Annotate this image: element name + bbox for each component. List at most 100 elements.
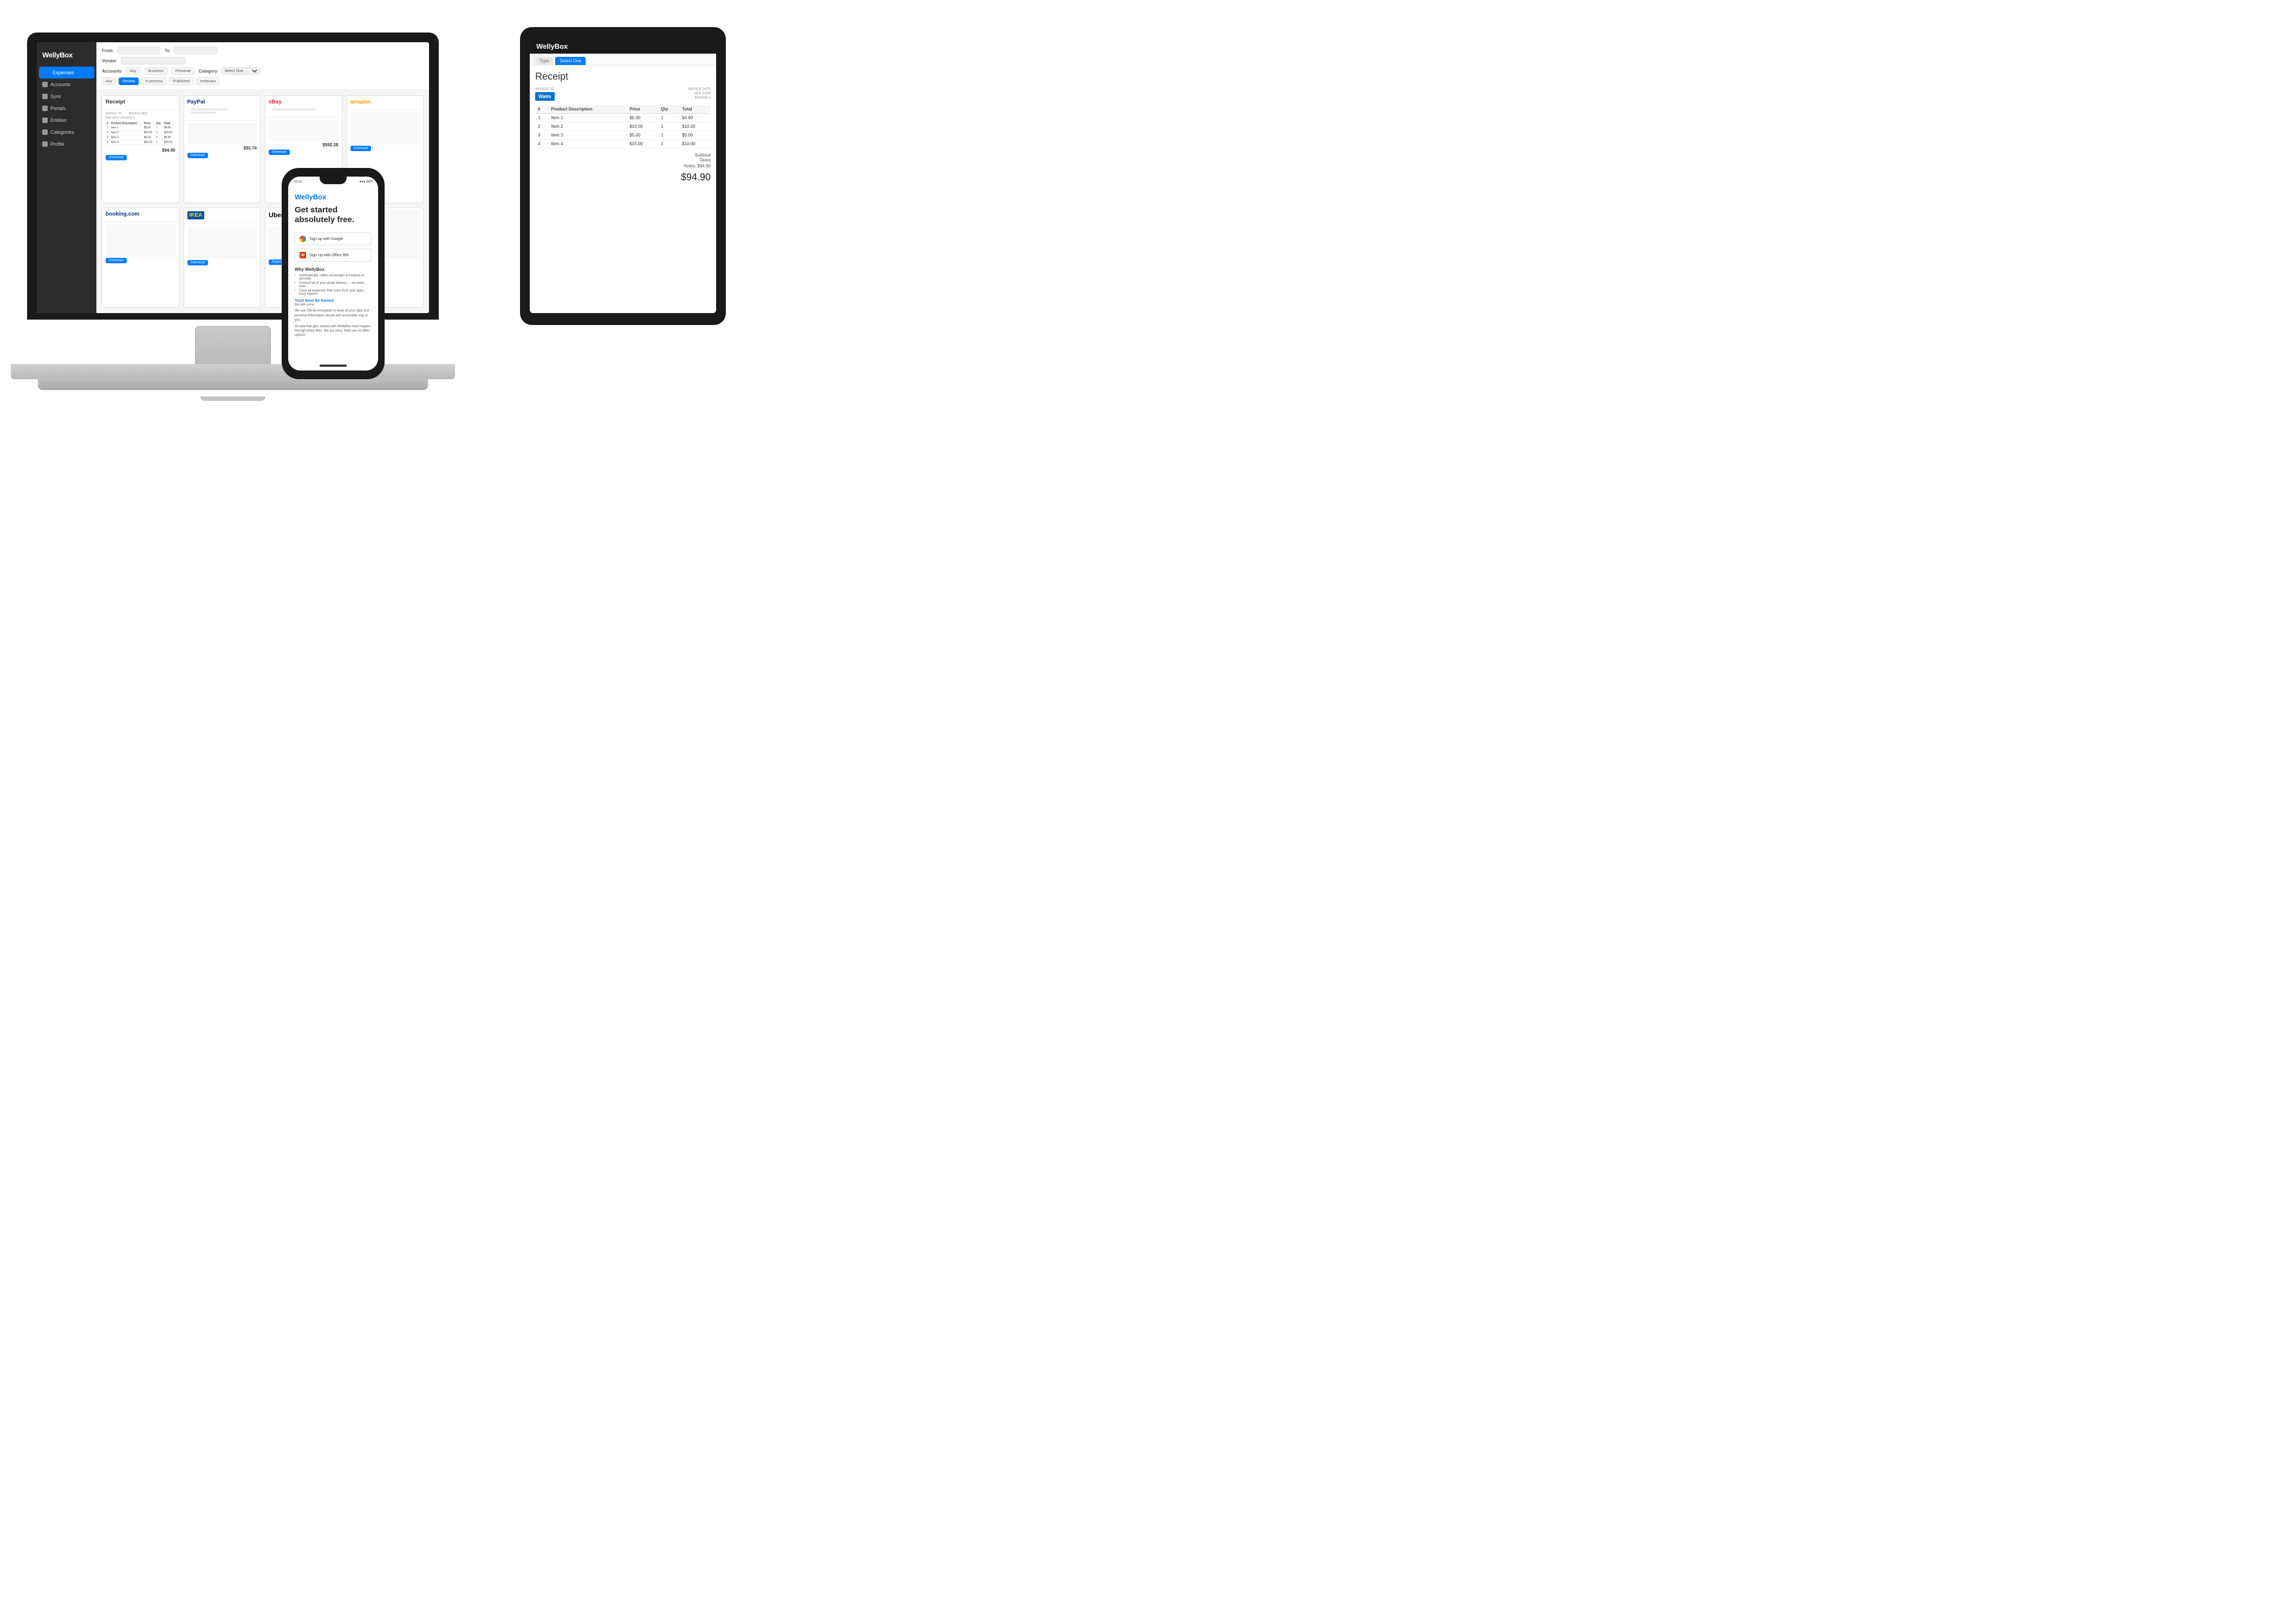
app-logo: WellyBox bbox=[37, 51, 96, 67]
download-btn-paypal[interactable]: Download bbox=[187, 153, 209, 158]
expenses-icon bbox=[44, 70, 50, 75]
sync-icon bbox=[42, 94, 48, 99]
status-inprocess-btn[interactable]: In process bbox=[141, 77, 166, 85]
phone-trust-subtitle: But will come. bbox=[295, 303, 372, 307]
from-label: From bbox=[102, 48, 113, 53]
vendor-input[interactable] bbox=[121, 57, 186, 64]
notes-label: Notes: $94.90 bbox=[535, 164, 711, 168]
table-row: 2Item 2$10.001$10.00 bbox=[535, 122, 711, 131]
tablet-grand-total: $94.90 bbox=[535, 172, 711, 183]
phone-screen: 10:10 ●●● WiFi WellyBox Get started abso… bbox=[288, 177, 378, 371]
receipt-card-paypal: PayPal $92.74 Download bbox=[184, 95, 261, 203]
sidebar-item-entities[interactable]: Entities bbox=[37, 114, 96, 126]
subtotal-label: Subtotal bbox=[535, 153, 711, 158]
tablet-vendor-logo: Walm bbox=[535, 92, 555, 101]
type-any-btn[interactable]: Any bbox=[126, 67, 140, 75]
download-btn-booking[interactable]: Download bbox=[106, 258, 127, 263]
tablet-invoice-num-label: INVOICE # bbox=[688, 96, 711, 100]
laptop-notch bbox=[200, 397, 265, 401]
phone-trust-body2: All data that gets shared with WellyBox … bbox=[295, 324, 372, 338]
tablet-content: Type Select One Receipt INVOICE TO Walm … bbox=[530, 54, 716, 313]
tablet-tab-type[interactable]: Type bbox=[535, 57, 553, 65]
type-business-btn[interactable]: Business bbox=[145, 67, 167, 75]
phone-notch bbox=[320, 177, 347, 184]
sidebar-item-portals[interactable]: Portals bbox=[37, 102, 96, 114]
accounts-label: Accounts bbox=[102, 69, 121, 74]
phone-outer: 10:10 ●●● WiFi WellyBox Get started abso… bbox=[282, 168, 385, 379]
phone-bullet-2: Connect all of your email inboxes — no l… bbox=[295, 282, 372, 288]
tablet-invoice-to-label: INVOICE TO bbox=[535, 88, 555, 91]
sidebar-item-accounts[interactable]: Accounts bbox=[37, 79, 96, 90]
sidebar-item-sync[interactable]: Sync bbox=[37, 90, 96, 102]
tablet-tabs: Type Select One bbox=[530, 54, 716, 66]
table-row: 4Item 4$15.001$10.00 bbox=[535, 140, 711, 148]
phone-signal: ●●● WiFi bbox=[359, 180, 373, 184]
laptop-foot bbox=[38, 378, 428, 390]
to-input[interactable] bbox=[174, 47, 217, 54]
office-signup-btn[interactable]: W Sign Up with Office 365 bbox=[295, 249, 372, 262]
accounts-icon bbox=[42, 82, 48, 87]
tablet-receipt-title: Receipt bbox=[535, 71, 711, 82]
receipt-logo-ikea: IKEA bbox=[187, 211, 205, 219]
tablet-receipt-area: Receipt INVOICE TO Walm INVOICE DATE DUE… bbox=[530, 66, 716, 313]
status-review-btn[interactable]: Review bbox=[119, 77, 139, 85]
status-any-btn[interactable]: Any bbox=[102, 77, 116, 85]
categories-icon bbox=[42, 129, 48, 135]
phone-home-indicator bbox=[288, 361, 378, 371]
phone-trust-body1: We use 256-bit encryption to keep all yo… bbox=[295, 309, 372, 322]
phone-brand: WellyBox bbox=[295, 193, 372, 201]
status-published-btn[interactable]: Published bbox=[169, 77, 193, 85]
download-btn-1[interactable]: Download bbox=[106, 155, 127, 160]
app-filters: From To Vendor Accounts Any Business Per… bbox=[96, 42, 429, 90]
phone-bullet-3: Track all expenses that come from your a… bbox=[295, 289, 372, 296]
col-num: # bbox=[535, 105, 548, 114]
table-row: 1Item 1$5.001$4.90 bbox=[535, 114, 711, 122]
tablet-logo: WellyBox bbox=[536, 42, 568, 50]
receipt-logo-1: Receipt bbox=[106, 99, 176, 105]
type-personal-btn[interactable]: Personal bbox=[172, 67, 194, 75]
receipt-card-receipt: Receipt INVOICE TO INVOICE DATE DUE DATE… bbox=[102, 95, 179, 203]
entities-icon bbox=[42, 118, 48, 123]
receipt-logo-booking: booking.com bbox=[106, 211, 176, 217]
tablet-invoice-date-label: INVOICE DATE bbox=[688, 88, 711, 91]
tablet-subtotal-area: Subtotal Taxes Notes: $94.90 bbox=[535, 153, 711, 168]
category-select[interactable]: Select One bbox=[222, 67, 259, 75]
receipt-logo-ebay: eBay bbox=[269, 99, 339, 105]
sidebar-item-profile[interactable]: Profile bbox=[37, 138, 96, 150]
tablet-receipt-table: # Product Description Price Qty Total 1I… bbox=[535, 105, 711, 148]
office-icon: W bbox=[300, 252, 306, 258]
receipt-card-ikea: IKEA Download bbox=[184, 207, 261, 308]
to-label: To bbox=[165, 48, 170, 53]
download-btn-ebay[interactable]: Download bbox=[269, 150, 290, 155]
from-input[interactable] bbox=[117, 47, 160, 54]
receipt-card-booking: booking.com Download bbox=[102, 207, 179, 308]
receipt-logo-paypal: PayPal bbox=[187, 99, 257, 105]
tablet-screen: WellyBox Type Select One Receipt INVOICE… bbox=[530, 39, 716, 313]
vendor-label: Vendor bbox=[102, 59, 116, 63]
category-label: Category bbox=[199, 69, 218, 74]
download-btn-amazon[interactable]: Download bbox=[350, 146, 372, 151]
tablet-device: WellyBox Type Select One Receipt INVOICE… bbox=[520, 27, 726, 325]
phone-device: 10:10 ●●● WiFi WellyBox Get started abso… bbox=[282, 168, 385, 379]
phone-bullet-1: Automatically collect all receipts & inv… bbox=[295, 274, 372, 281]
sidebar-item-categories[interactable]: Categories bbox=[37, 126, 96, 138]
col-total: Total bbox=[679, 105, 711, 114]
google-signup-btn[interactable]: Sign up with Google bbox=[295, 232, 372, 245]
sidebar-item-expenses[interactable]: Expenses bbox=[39, 67, 94, 79]
status-irrelevant-btn[interactable]: Irrelevant bbox=[196, 77, 219, 85]
receipt-logo-amazon: amazon bbox=[350, 99, 420, 105]
app-sidebar: WellyBox Expenses Accounts Sync Portals bbox=[37, 42, 96, 313]
col-desc: Product Description bbox=[548, 105, 627, 114]
col-price: Price bbox=[627, 105, 658, 114]
receipt-total-ebay: $592.28 bbox=[269, 141, 339, 148]
download-btn-ikea[interactable]: Download bbox=[187, 260, 209, 265]
taxes-label: Taxes bbox=[535, 158, 711, 163]
phone-time: 10:10 bbox=[294, 180, 302, 184]
phone-headline: Get started absolutely free. bbox=[295, 205, 372, 225]
profile-icon bbox=[42, 141, 48, 147]
tablet-header: WellyBox bbox=[530, 39, 716, 54]
laptop-base bbox=[11, 364, 455, 379]
phone-home-bar bbox=[320, 365, 347, 367]
portals-icon bbox=[42, 106, 48, 111]
tablet-tab-select[interactable]: Select One bbox=[555, 57, 586, 65]
